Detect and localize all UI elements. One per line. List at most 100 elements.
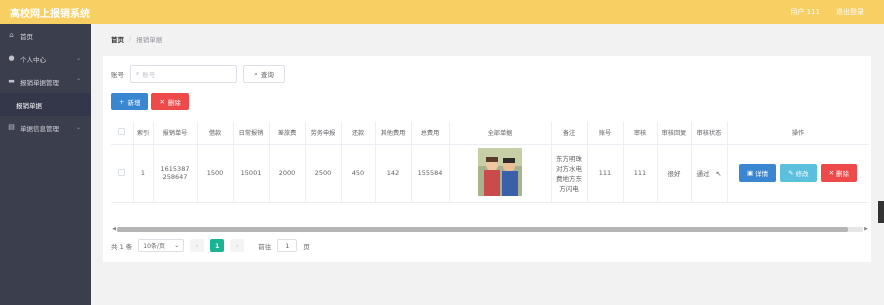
documents-cell [449, 144, 552, 203]
sidebar-item-label: 报销单据 [16, 101, 42, 110]
scroll-thumb[interactable] [117, 226, 849, 232]
remark-cell: 东方明珠 对方水电 费地方东 方闪电 [551, 144, 588, 203]
sidebar-item-home[interactable]: ⌂ 首页 [0, 24, 91, 47]
remark-line: 费地方东 [556, 175, 582, 183]
detail-icon: ▣ [746, 169, 754, 177]
add-button[interactable]: + 新增 [111, 93, 149, 110]
column-header: 审核状态 [691, 122, 728, 145]
column-header: 备注 [551, 122, 588, 145]
loan-cell: 1500 [197, 144, 234, 203]
select-all-checkbox[interactable] [118, 128, 126, 136]
reviewer-cell: 111 [623, 144, 658, 203]
column-header: 日常报销 [233, 122, 270, 145]
remark-line: 对方水电 [556, 165, 582, 173]
pagination: 共 1 条 10条/页 ⌄ ‹ 1 › 前往 1 页 [111, 239, 310, 252]
other-cell: 142 [375, 144, 412, 203]
page-number-current[interactable]: 1 [210, 239, 225, 252]
total-count: 共 1 条 [111, 242, 133, 251]
table-header-row: 索引 报销单号 借款 日常报销 差旅费 劳务申报 还款 其他费用 总费用 全部单… [111, 122, 869, 145]
breadcrumb: 首页 / 报销单据 [111, 34, 162, 44]
sidebar-item-label: 个人中心 [20, 55, 46, 64]
column-header: 劳务申报 [305, 122, 342, 145]
column-header: 全部单据 [449, 122, 552, 145]
status-text: 通过 [696, 170, 710, 178]
sidebar-item-document-mgmt[interactable]: ▤ 单据信息管理 ⌄ [0, 116, 91, 139]
user-icon: ● [8, 54, 15, 62]
breadcrumb-home[interactable]: 首页 [111, 34, 124, 44]
row-delete-button[interactable]: ✕ 删除 [820, 164, 858, 182]
scroll-right-icon[interactable]: ▶ [863, 226, 869, 232]
column-header: 账号 [587, 122, 624, 145]
chevron-down-icon: ⌄ [75, 55, 81, 62]
sidebar-subitem-reimburse[interactable]: 报销单据 [0, 93, 91, 116]
travel-cell: 2000 [269, 144, 306, 203]
total-cell: 155584 [411, 144, 450, 203]
daily-cell: 15001 [233, 144, 270, 203]
column-header: 还款 [341, 122, 376, 145]
search-label: 账号 [111, 71, 124, 79]
chevron-down-icon: ⌄ [75, 124, 81, 131]
sidebar-item-label: 报销单据管理 [20, 78, 59, 87]
search-icon: ⌕ [254, 69, 258, 78]
index-cell: 1 [133, 144, 154, 203]
scroll-track[interactable] [117, 226, 863, 232]
column-header: 借款 [197, 122, 234, 145]
status-cell: 通过 ↖ [691, 144, 728, 203]
labor-cell: 2500 [305, 144, 342, 203]
detail-button-label: 详情 [755, 170, 769, 178]
chevron-left-icon: ‹ [195, 241, 199, 250]
account-cell: 111 [587, 144, 624, 203]
sidebar-item-reimburse-mgmt[interactable]: ▬ 报销单据管理 ⌃ [0, 70, 91, 93]
breadcrumb-current: 报销单据 [136, 36, 163, 44]
data-table: 索引 报销单号 借款 日常报销 差旅费 劳务申报 还款 其他费用 总费用 全部单… [111, 122, 869, 234]
edit-icon: ✎ [788, 169, 794, 177]
delete-button-label: 删除 [167, 98, 181, 107]
column-header: 报销单号 [153, 122, 198, 145]
document-thumbnail[interactable] [478, 148, 522, 196]
cursor-icon: ↖ [715, 170, 722, 178]
goto-page-input[interactable]: 1 [277, 239, 298, 252]
chevron-down-icon: ⌄ [174, 242, 180, 249]
search-row: 账号 ⌕ 账号 ⌕ 查询 [111, 65, 285, 83]
prev-page-button[interactable]: ‹ [190, 239, 205, 252]
horizontal-scrollbar[interactable]: ◀ ▶ [111, 226, 869, 232]
delete-button[interactable]: ✕ 删除 [151, 93, 189, 110]
chevron-right-icon: › [235, 241, 239, 250]
search-input[interactable]: ⌕ 账号 [130, 65, 237, 83]
row-checkbox[interactable] [118, 168, 126, 176]
column-header: 差旅费 [269, 122, 306, 145]
column-header: 操作 [727, 122, 869, 145]
sidebar-item-profile[interactable]: ● 个人中心 ⌄ [0, 47, 91, 70]
top-bar: 高校网上报销系统 用户 111 退出登录 [0, 0, 884, 24]
trash-icon: ✕ [159, 97, 165, 106]
remark-line: 东方明珠 [556, 155, 582, 163]
column-header: 总费用 [411, 122, 450, 145]
content-card: 账号 ⌕ 账号 ⌕ 查询 + 新增 ✕ 删除 索引 报销单号 借款 日常报销 差… [103, 56, 871, 262]
detail-button[interactable]: ▣ 详情 [738, 164, 777, 182]
column-header: 索引 [133, 122, 154, 145]
column-header: 审核回复 [657, 122, 692, 145]
sidebar: ⌂ 首页 ● 个人中心 ⌄ ▬ 报销单据管理 ⌃ 报销单据 ▤ 单据信息管理 ⌄ [0, 24, 91, 305]
row-select-cell [111, 144, 134, 203]
add-button-label: 新增 [127, 98, 141, 107]
app-title: 高校网上报销系统 [10, 8, 90, 20]
page-size-select[interactable]: 10条/页 ⌄ [138, 239, 185, 252]
remark-line: 方闪电 [559, 185, 579, 193]
chevron-up-icon: ⌃ [75, 78, 81, 85]
briefcase-icon: ▬ [8, 77, 15, 85]
side-edge-tab[interactable] [878, 201, 884, 223]
search-button[interactable]: ⌕ 查询 [243, 65, 285, 83]
search-placeholder: 账号 [142, 71, 156, 79]
page-size-value: 10条/页 [143, 243, 165, 250]
next-page-button[interactable]: › [230, 239, 245, 252]
main-content: 首页 / 报销单据 账号 ⌕ 账号 ⌕ 查询 + 新增 ✕ 删除 索引 报销单号… [91, 24, 884, 305]
logout-link[interactable]: 退出登录 [836, 7, 864, 17]
search-icon: ⌕ [136, 70, 140, 77]
operations-cell: ▣ 详情 ✎ 修改 ✕ 删除 [727, 144, 869, 203]
edit-button[interactable]: ✎ 修改 [780, 164, 817, 182]
select-all-cell [111, 122, 134, 145]
order-no-line: 1615387 [160, 165, 190, 173]
column-header: 审核 [623, 122, 658, 145]
current-user: 用户 111 [790, 8, 820, 16]
table-row: 1 1615387 258647 1500 15001 2000 2500 45… [111, 144, 869, 203]
